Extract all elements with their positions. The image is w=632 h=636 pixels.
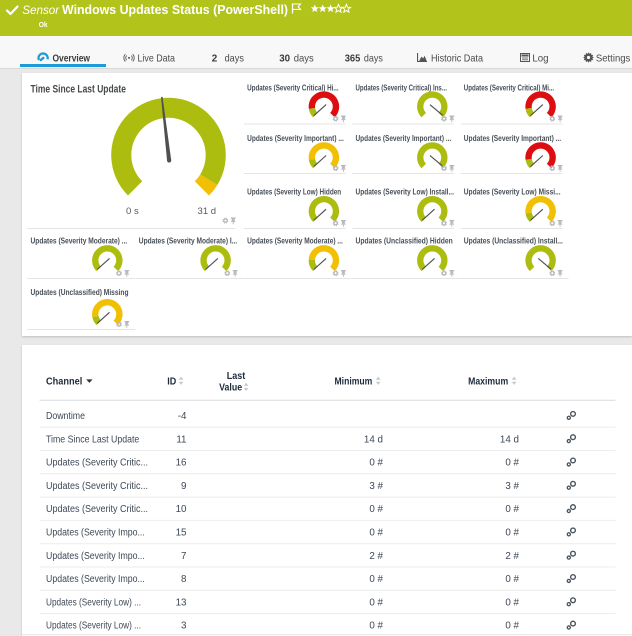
- svg-text:Ok: Ok: [39, 20, 48, 29]
- svg-text:9: 9: [181, 481, 186, 492]
- svg-text:Value: Value: [219, 382, 242, 393]
- svg-text:days: days: [364, 53, 383, 64]
- svg-text:2: 2: [212, 53, 218, 64]
- svg-text:Windows Updates Status (PowerS: Windows Updates Status (PowerShell): [62, 2, 288, 17]
- svg-text:15: 15: [176, 528, 187, 539]
- svg-text:Updates (Severity Moderate) ..: Updates (Severity Moderate) ...: [247, 237, 343, 246]
- svg-text:0 #: 0 #: [505, 528, 519, 539]
- svg-text:Updates (Severity Low) ...: Updates (Severity Low) ...: [46, 621, 141, 632]
- svg-text:3 #: 3 #: [505, 481, 519, 492]
- svg-text:Time Since Last Update: Time Since Last Update: [46, 434, 140, 445]
- svg-text:Updates (Severity Low) Missi..: Updates (Severity Low) Missi...: [464, 187, 561, 196]
- svg-text:Updates (Severity Impo...: Updates (Severity Impo...: [46, 528, 145, 539]
- svg-text:ID: ID: [167, 376, 176, 387]
- svg-text:Updates (Severity Critic...: Updates (Severity Critic...: [46, 481, 148, 492]
- svg-text:2 #: 2 #: [369, 551, 383, 562]
- svg-text:0 #: 0 #: [505, 458, 519, 469]
- svg-text:3: 3: [181, 621, 187, 632]
- svg-text:Channel: Channel: [46, 376, 83, 387]
- svg-text:3 #: 3 #: [369, 481, 383, 492]
- svg-text:0 #: 0 #: [369, 528, 383, 539]
- svg-text:0 #: 0 #: [369, 504, 383, 515]
- svg-text:-4: -4: [178, 411, 187, 422]
- svg-text:0 #: 0 #: [505, 574, 519, 585]
- svg-text:Updates (Unclassified) Install: Updates (Unclassified) Install...: [464, 237, 563, 246]
- svg-text:8: 8: [181, 574, 187, 585]
- svg-text:Updates (Severity Critical) In: Updates (Severity Critical) Ins...: [356, 84, 447, 93]
- svg-text:Updates (Severity Important) .: Updates (Severity Important) ...: [464, 134, 561, 143]
- svg-text:Maximum: Maximum: [468, 376, 508, 387]
- svg-text:Updates (Severity Critical) Hi: Updates (Severity Critical) Hi...: [247, 84, 339, 93]
- svg-text:11: 11: [176, 434, 186, 445]
- svg-text:days: days: [225, 53, 244, 64]
- svg-text:0 #: 0 #: [505, 597, 519, 608]
- svg-text:Updates (Severity Important) .: Updates (Severity Important) ...: [247, 134, 344, 143]
- svg-text:Updates (Severity Impo...: Updates (Severity Impo...: [46, 551, 145, 562]
- svg-text:Last: Last: [227, 371, 246, 382]
- svg-text:0 #: 0 #: [369, 458, 383, 469]
- svg-text:2 #: 2 #: [505, 551, 519, 562]
- svg-text:0 s: 0 s: [126, 206, 139, 217]
- svg-text:Time Since Last Update: Time Since Last Update: [31, 83, 126, 95]
- svg-text:0 #: 0 #: [369, 621, 383, 632]
- svg-text:Settings: Settings: [596, 53, 630, 64]
- svg-text:7: 7: [181, 551, 186, 562]
- svg-text:Updates (Severity Critic...: Updates (Severity Critic...: [46, 458, 148, 469]
- svg-text:Minimum: Minimum: [335, 376, 373, 387]
- svg-text:Updates (Unclassified) Hidden: Updates (Unclassified) Hidden: [356, 237, 453, 246]
- svg-text:Updates (Severity Critic...: Updates (Severity Critic...: [46, 504, 148, 515]
- svg-text:Downtime: Downtime: [46, 411, 85, 422]
- svg-text:Live Data: Live Data: [138, 53, 176, 64]
- svg-text:Historic Data: Historic Data: [431, 53, 483, 64]
- svg-text:14 d: 14 d: [500, 434, 519, 445]
- svg-text:0 #: 0 #: [369, 597, 383, 608]
- svg-text:Updates (Unclassified) Missing: Updates (Unclassified) Missing: [31, 288, 129, 297]
- svg-text:365: 365: [345, 53, 361, 64]
- svg-text:Updates (Severity Low) Hidden: Updates (Severity Low) Hidden: [247, 187, 341, 196]
- svg-text:0 #: 0 #: [505, 621, 519, 632]
- svg-text:10: 10: [176, 504, 187, 515]
- svg-text:Updates (Severity Low) Install: Updates (Severity Low) Install...: [356, 187, 454, 196]
- svg-text:Sensor: Sensor: [22, 3, 60, 17]
- svg-text:Updates (Severity Moderate) I.: Updates (Severity Moderate) I...: [139, 237, 237, 246]
- svg-text:31 d: 31 d: [198, 206, 217, 217]
- svg-text:Log: Log: [532, 53, 548, 64]
- svg-text:13: 13: [176, 597, 187, 608]
- svg-text:Updates (Severity Moderate) ..: Updates (Severity Moderate) ...: [31, 237, 128, 246]
- svg-text:Updates (Severity Important) .: Updates (Severity Important) ...: [356, 134, 452, 143]
- svg-text:0 #: 0 #: [369, 574, 383, 585]
- svg-text:14 d: 14 d: [364, 434, 383, 445]
- svg-text:16: 16: [176, 458, 187, 469]
- svg-text:Updates (Severity Low) ...: Updates (Severity Low) ...: [46, 597, 141, 608]
- svg-text:30: 30: [279, 53, 290, 64]
- svg-text:Overview: Overview: [53, 53, 91, 64]
- svg-text:0 #: 0 #: [505, 504, 519, 515]
- svg-text:Updates (Severity Critical) Mi: Updates (Severity Critical) Mi...: [464, 84, 554, 93]
- svg-text:days: days: [294, 53, 314, 64]
- svg-text:Updates (Severity Impo...: Updates (Severity Impo...: [46, 574, 145, 585]
